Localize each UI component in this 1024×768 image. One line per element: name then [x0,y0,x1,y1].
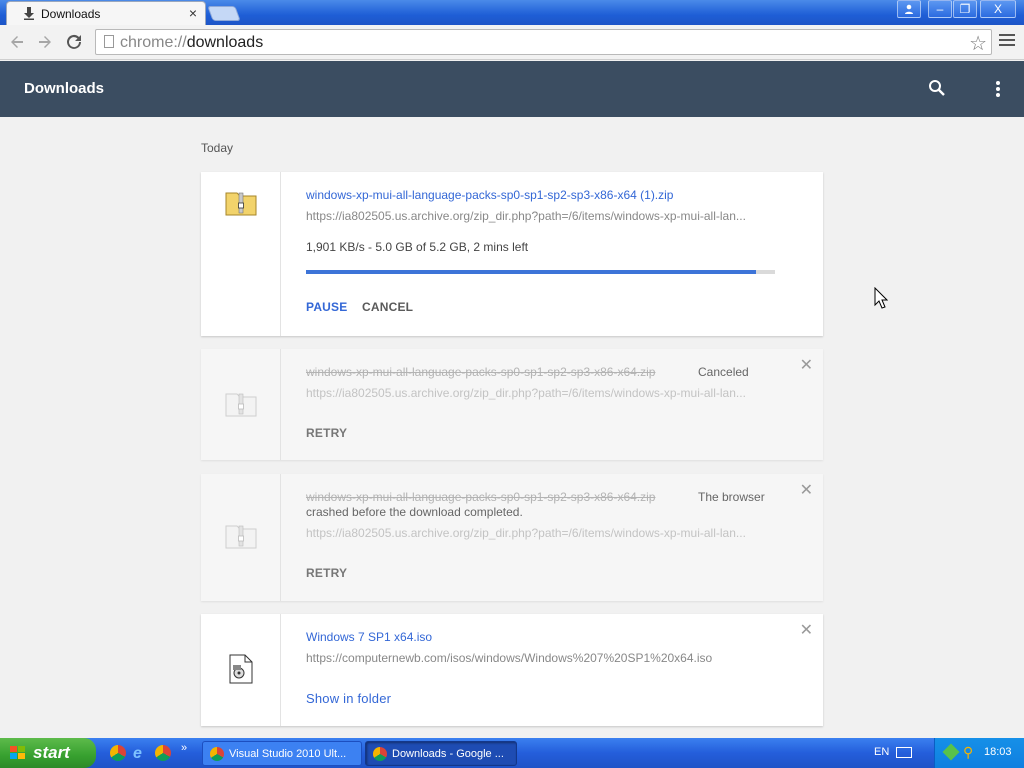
file-name-link[interactable]: Windows 7 SP1 x64.iso [306,630,432,644]
section-label: Today [201,141,234,155]
file-icon-column [201,474,281,601]
url-path: downloads [186,34,264,51]
taskbar-item-downloads[interactable]: Downloads - Google ... [365,741,517,766]
source-url[interactable]: https://ia802505.us.archive.org/zip_dir.… [306,209,776,223]
chrome-icon [210,747,224,761]
file-icon-column [201,172,281,336]
task-label: Downloads - Google ... [392,747,504,760]
download-status-detail: crashed before the download completed. [306,505,523,519]
download-progress-text: 1,901 KB/s - 5.0 GB of 5.2 GB, 2 mins le… [306,240,529,254]
file-name: windows-xp-mui-all-language-packs-sp0-sp… [306,490,656,504]
retry-button[interactable]: RETRY [306,566,347,580]
start-button[interactable]: start [0,738,96,768]
download-icon [24,7,34,20]
downloads-header: Downloads [0,61,1024,117]
reload-button[interactable] [63,31,85,53]
zip-folder-icon [225,393,257,417]
download-item: Windows 7 SP1 x64.iso ✕ https://computer… [201,614,823,726]
taskbar-item-visual-studio[interactable]: Visual Studio 2010 Ult... [202,741,362,766]
back-button[interactable] [6,31,28,53]
search-icon [929,80,945,96]
source-url[interactable]: https://ia802505.us.archive.org/zip_dir.… [306,526,776,540]
start-label: start [33,743,70,762]
chrome-quicklaunch-icon[interactable] [110,745,126,761]
cancel-button[interactable]: CANCEL [362,300,413,314]
minimize-button[interactable]: – [928,0,952,18]
language-indicator[interactable]: EN [874,746,889,758]
zip-folder-icon [225,192,257,216]
remove-item-icon[interactable]: ✕ [800,480,813,500]
retry-button[interactable]: RETRY [306,426,347,440]
download-item: windows-xp-mui-all-language-packs-sp0-sp… [201,474,823,601]
url-text: chrome://downloads [120,34,263,52]
iso-file-icon [229,654,253,684]
system-tray: ⚲ 18:03 [934,738,1024,768]
reload-icon [67,34,81,49]
taskbar: start e » Visual Studio 2010 Ult... Down… [0,738,1024,768]
network-tray-icon[interactable] [942,743,960,761]
mouse-cursor-icon [874,287,888,309]
browser-toolbar: chrome://downloads ☆ [0,25,1024,60]
page-title: Downloads [24,80,105,97]
download-status: Canceled [698,365,749,379]
download-progress-bar [306,270,775,274]
show-in-folder-link[interactable]: Show in folder [306,691,391,706]
remove-item-icon[interactable]: ✕ [800,355,813,375]
tab-downloads[interactable]: Downloads × [6,1,206,26]
close-window-button[interactable]: X [980,0,1016,18]
address-bar[interactable]: chrome://downloads ☆ [95,29,992,55]
arrow-right-icon [39,36,51,48]
source-url[interactable]: https://computernewb.com/isos/windows/Wi… [306,651,806,665]
file-name-link[interactable]: windows-xp-mui-all-language-packs-sp0-sp… [306,188,673,202]
task-label: Visual Studio 2010 Ult... [229,747,347,760]
window-titlebar: Downloads × – ❐ X [0,0,1024,26]
tab-title: Downloads [41,7,101,21]
clock: 18:03 [984,746,1012,758]
progress-fill [306,270,757,274]
new-tab-button[interactable] [207,6,241,21]
remove-item-icon[interactable]: ✕ [800,620,813,640]
tab-close-icon[interactable]: × [189,5,197,21]
windows-logo-icon [10,746,25,759]
ie-quicklaunch-icon[interactable]: e [133,745,149,762]
file-icon-column [201,349,281,460]
quicklaunch-more-icon[interactable]: » [181,742,187,754]
more-actions-button[interactable] [990,79,1006,99]
chrome-quicklaunch-icon[interactable] [155,745,171,761]
chrome-icon [373,747,387,761]
arrow-left-icon [11,36,23,48]
keyboard-icon[interactable] [896,747,912,758]
url-scheme: chrome:// [120,34,187,51]
zip-folder-icon [225,525,257,549]
user-icon [905,4,913,14]
search-button[interactable] [928,79,948,99]
download-item: windows-xp-mui-all-language-packs-sp0-sp… [201,172,823,336]
chrome-menu-button[interactable] [999,34,1015,48]
pause-button[interactable]: PAUSE [306,300,347,314]
download-item: windows-xp-mui-all-language-packs-sp0-sp… [201,349,823,460]
file-name: windows-xp-mui-all-language-packs-sp0-sp… [306,365,656,379]
forward-button[interactable] [34,31,56,53]
bookmark-star-icon[interactable]: ☆ [969,31,987,56]
search-tray-icon[interactable]: ⚲ [963,744,973,761]
page-icon [104,35,114,48]
file-icon-column [201,614,281,726]
download-status: The browser [698,490,765,504]
profile-button[interactable] [897,0,921,18]
source-url[interactable]: https://ia802505.us.archive.org/zip_dir.… [306,386,776,400]
restore-button[interactable]: ❐ [953,0,977,18]
